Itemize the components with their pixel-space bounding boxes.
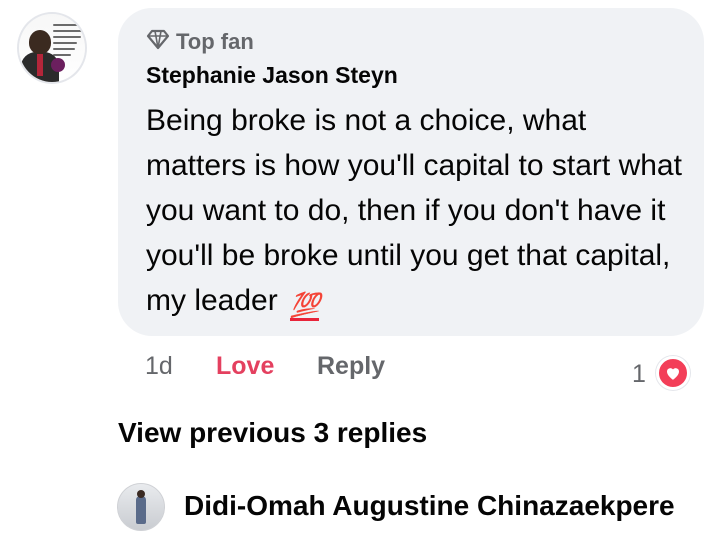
reply-author-avatar[interactable] [117,483,165,531]
reply-author-name[interactable]: Didi-Omah Augustine Chinazaekpere [184,490,675,522]
avatar-person-body [136,496,146,524]
comment-text: Being broke is not a choice, what matter… [146,104,682,317]
comment-author-name[interactable]: Stephanie Jason Steyn [146,62,398,89]
comment-body: Being broke is not a choice, what matter… [146,98,691,323]
reaction-count[interactable]: 1 [632,360,646,389]
avatar-quote-lines [53,24,83,60]
hundred-points-icon: 💯 [290,292,320,321]
avatar-person-tie [37,54,43,76]
comment-timestamp[interactable]: 1d [145,352,173,381]
top-fan-badge: Top fan [146,27,254,57]
avatar-person-head [29,30,51,54]
avatar-badge [51,58,65,72]
view-previous-replies-link[interactable]: View previous 3 replies [118,417,427,449]
avatar-person-head [137,490,145,498]
reply-button[interactable]: Reply [317,352,385,381]
love-reaction-button[interactable]: Love [216,352,274,381]
top-fan-label: Top fan [176,29,254,54]
commenter-avatar[interactable] [17,12,87,84]
love-reaction-icon[interactable] [656,356,690,390]
comment-thread: Top fan Stephanie Jason Steyn Being brok… [0,0,720,555]
diamond-icon [146,27,170,57]
